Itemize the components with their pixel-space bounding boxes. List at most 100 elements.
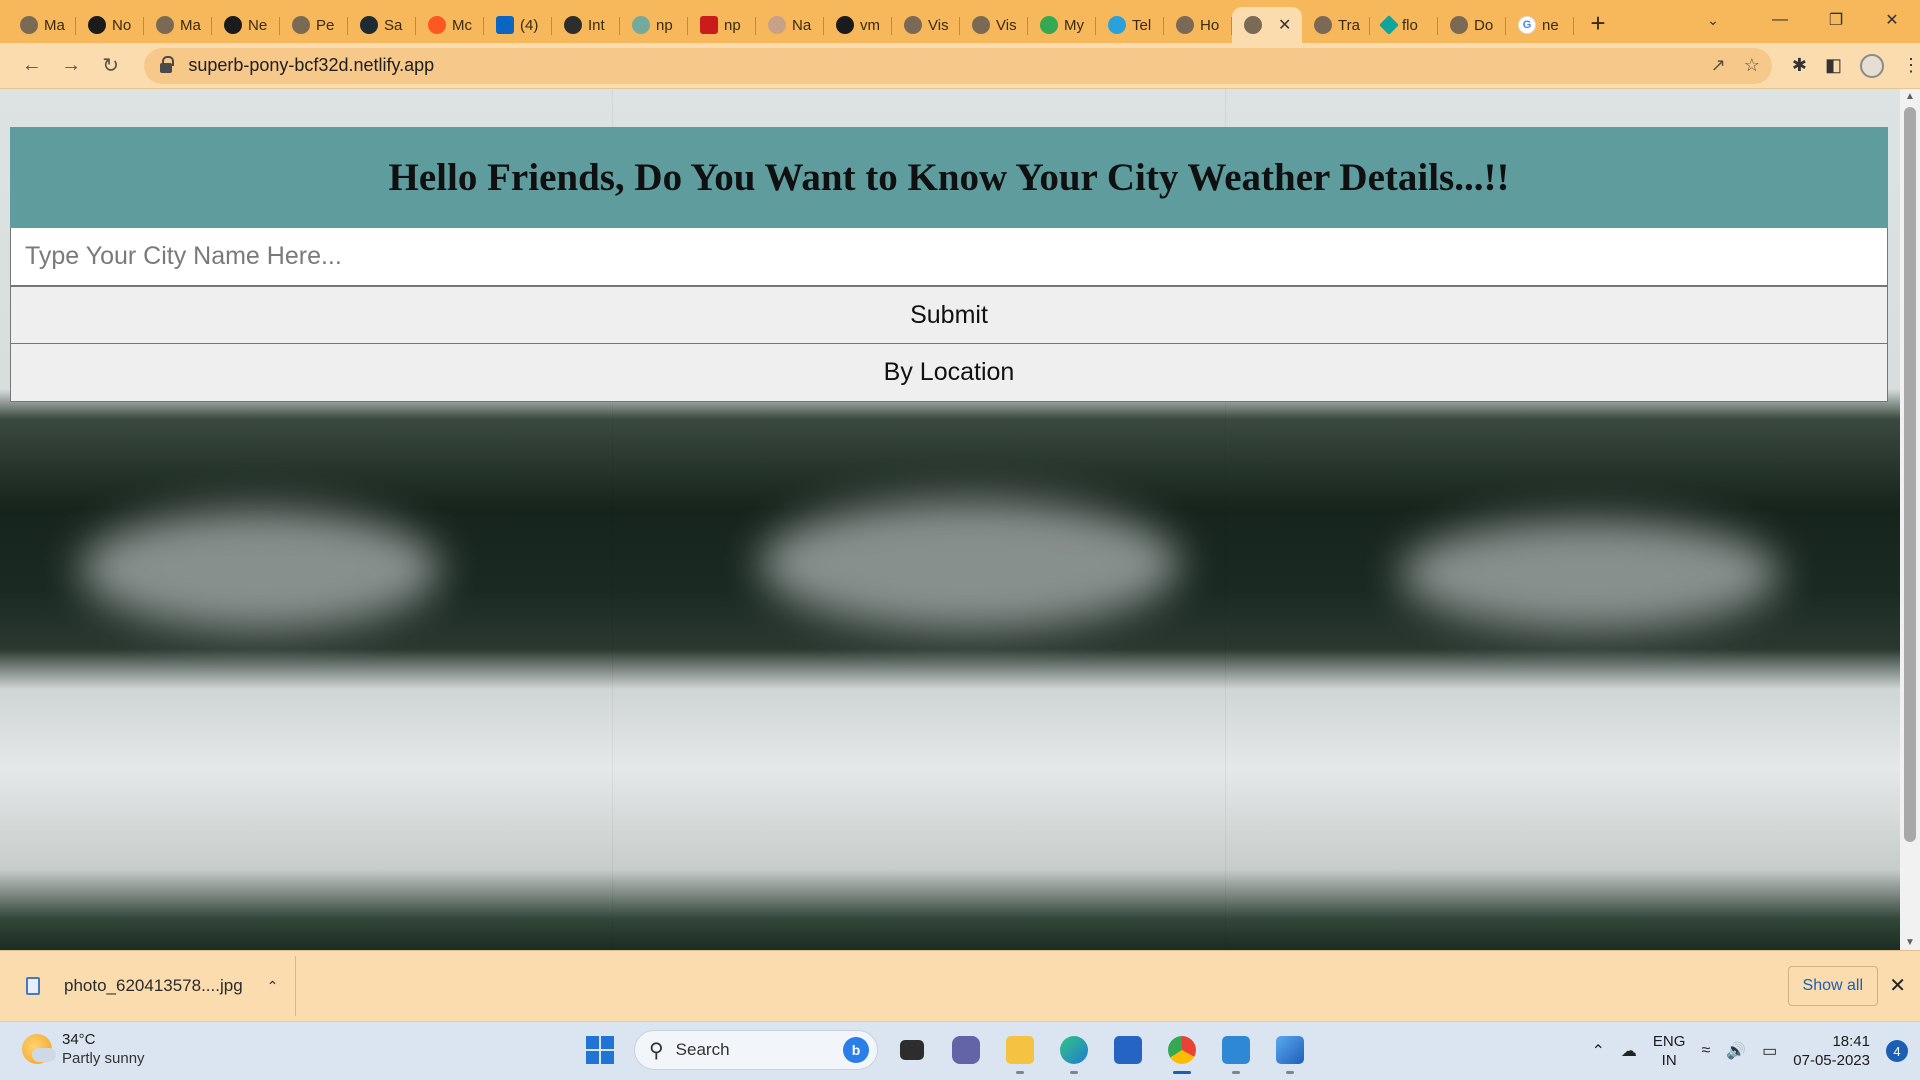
by-location-button[interactable]: By Location [10, 344, 1888, 402]
browser-tab[interactable]: Do [1438, 7, 1506, 43]
browser-tab[interactable]: Ma [8, 7, 76, 43]
bing-icon[interactable]: b [843, 1037, 869, 1063]
drive-icon [1040, 16, 1058, 34]
browser-tab[interactable]: np [688, 7, 756, 43]
menu-icon[interactable]: ⋮ [1902, 55, 1920, 76]
globe-icon [972, 16, 990, 34]
page-title: Hello Friends, Do You Want to Know Your … [388, 156, 1510, 199]
photos-icon [1276, 1036, 1304, 1064]
back-button[interactable]: ← [12, 48, 51, 84]
medium-icon [428, 16, 446, 34]
wifi-icon[interactable]: ≈ [1701, 1042, 1710, 1060]
close-window-button[interactable]: ✕ [1864, 0, 1920, 40]
github-icon [224, 16, 242, 34]
taskbar-search[interactable]: ⚲ Search b [634, 1030, 878, 1070]
browser-tab[interactable]: Ma [144, 7, 212, 43]
edge-icon [1060, 1036, 1088, 1064]
browser-toolbar: ← → ↻ superb-pony-bcf32d.netlify.app ↗ ☆… [0, 43, 1920, 89]
url-text[interactable]: superb-pony-bcf32d.netlify.app [188, 55, 434, 76]
weather-app: Hello Friends, Do You Want to Know Your … [10, 127, 1888, 402]
address-bar[interactable]: superb-pony-bcf32d.netlify.app ↗ ☆ [144, 47, 1772, 84]
browser-tab[interactable]: Tra [1302, 7, 1370, 43]
browser-tab[interactable]: My [1028, 7, 1096, 43]
tab-search-icon[interactable]: ⌄ [1698, 6, 1728, 34]
teams-chat-button[interactable] [946, 1028, 986, 1072]
tab-label: Mc [452, 16, 472, 34]
new-tab-button[interactable]: + [1580, 6, 1616, 42]
page-scrollbar[interactable]: ▲ ▼ [1900, 89, 1920, 950]
linkedin-icon [496, 16, 514, 34]
scrollbar-thumb[interactable] [1904, 107, 1916, 842]
language-code: ENG [1652, 1033, 1686, 1050]
vscode-button[interactable] [1216, 1028, 1256, 1074]
reload-button[interactable]: ↻ [91, 48, 130, 84]
volume-icon[interactable]: 🔊 [1726, 1041, 1746, 1061]
browser-tab[interactable]: Na [756, 7, 824, 43]
notification-badge[interactable]: 4 [1886, 1040, 1908, 1062]
photos-button[interactable] [1270, 1028, 1310, 1074]
scroll-up-icon[interactable]: ▲ [1905, 91, 1915, 102]
tab-label: Int [588, 16, 605, 34]
onedrive-icon[interactable]: ☁ [1621, 1041, 1637, 1061]
task-view-button[interactable] [892, 1028, 932, 1072]
profile-avatar[interactable] [1860, 53, 1885, 78]
globe-icon [1176, 16, 1194, 34]
tab-label: Ho [1200, 16, 1220, 34]
browser-tab[interactable]: Ne [212, 7, 280, 43]
browser-tab[interactable]: vm [824, 7, 892, 43]
close-icon[interactable]: ✕ [1889, 973, 1906, 998]
browser-tab[interactable]: Vis [892, 7, 960, 43]
browser-tab[interactable]: Pe [280, 7, 348, 43]
diamond-icon [1379, 15, 1399, 35]
store-button[interactable] [1108, 1028, 1148, 1072]
close-tab-icon[interactable]: ✕ [1278, 15, 1291, 35]
browser-tab[interactable]: No [76, 7, 144, 43]
chevron-up-icon[interactable]: ⌃ [1592, 1041, 1605, 1061]
extensions-icon[interactable]: ✱ [1792, 55, 1807, 76]
city-name-input[interactable] [10, 228, 1888, 286]
tab-label: Tra [1338, 16, 1360, 34]
start-button[interactable] [580, 1028, 620, 1072]
browser-tab[interactable]: Sa [348, 7, 416, 43]
lock-icon[interactable] [160, 56, 175, 73]
tab-label: Ne [248, 16, 268, 34]
download-item[interactable]: photo_620413578....jpg ⌃ [0, 956, 296, 1016]
clock-time: 18:41 [1832, 1033, 1870, 1050]
system-tray: ⌃ ☁ ENG IN ≈ 🔊 ▭ 18:41 07-05-2023 4 [1592, 1022, 1908, 1080]
browser-tab[interactable]: Mc [416, 7, 484, 43]
windows-taskbar: 34°C Partly sunny ⚲ Search b ⌃ ☁ ENG IN … [0, 1021, 1920, 1080]
browser-tab[interactable]: Gne [1506, 7, 1574, 43]
tab-label: flo [1402, 16, 1418, 34]
chrome-button[interactable] [1162, 1028, 1202, 1074]
battery-icon[interactable]: ▭ [1762, 1041, 1777, 1061]
language-indicator[interactable]: ENG IN [1653, 1032, 1686, 1070]
tab-label: Ma [180, 16, 201, 34]
share-icon[interactable]: ↗ [1711, 55, 1726, 76]
file-icon [26, 977, 40, 995]
minimize-button[interactable]: — [1752, 0, 1808, 40]
github-icon [836, 16, 854, 34]
browser-tab[interactable]: flo [1370, 7, 1438, 43]
browser-tab[interactable]: (4) [484, 7, 552, 43]
browser-tab[interactable]: Int [552, 7, 620, 43]
forward-button[interactable]: → [51, 48, 90, 84]
tab-active[interactable]: ✕ [1232, 7, 1302, 43]
browser-tab[interactable]: Tel [1096, 7, 1164, 43]
restore-button[interactable]: ❐ [1808, 0, 1864, 40]
show-all-button[interactable]: Show all [1787, 966, 1878, 1006]
chevron-up-icon[interactable]: ⌃ [267, 978, 279, 995]
scroll-down-icon[interactable]: ▼ [1905, 937, 1915, 948]
browser-tab[interactable]: Ho [1164, 7, 1232, 43]
browser-tab[interactable]: np [620, 7, 688, 43]
submit-button[interactable]: Submit [10, 286, 1888, 344]
edge-button[interactable] [1054, 1028, 1094, 1074]
side-panel-icon[interactable]: ◧ [1825, 55, 1842, 76]
browser-tab[interactable]: Vis [960, 7, 1028, 43]
file-explorer-button[interactable] [1000, 1028, 1040, 1074]
download-file-name[interactable]: photo_620413578....jpg [64, 976, 243, 996]
tab-label: np [724, 16, 741, 34]
clock[interactable]: 18:41 07-05-2023 [1793, 1032, 1870, 1070]
task-view-icon [900, 1040, 924, 1060]
bookmark-star-icon[interactable]: ☆ [1744, 55, 1760, 76]
weather-widget[interactable]: 34°C Partly sunny [22, 1030, 145, 1068]
